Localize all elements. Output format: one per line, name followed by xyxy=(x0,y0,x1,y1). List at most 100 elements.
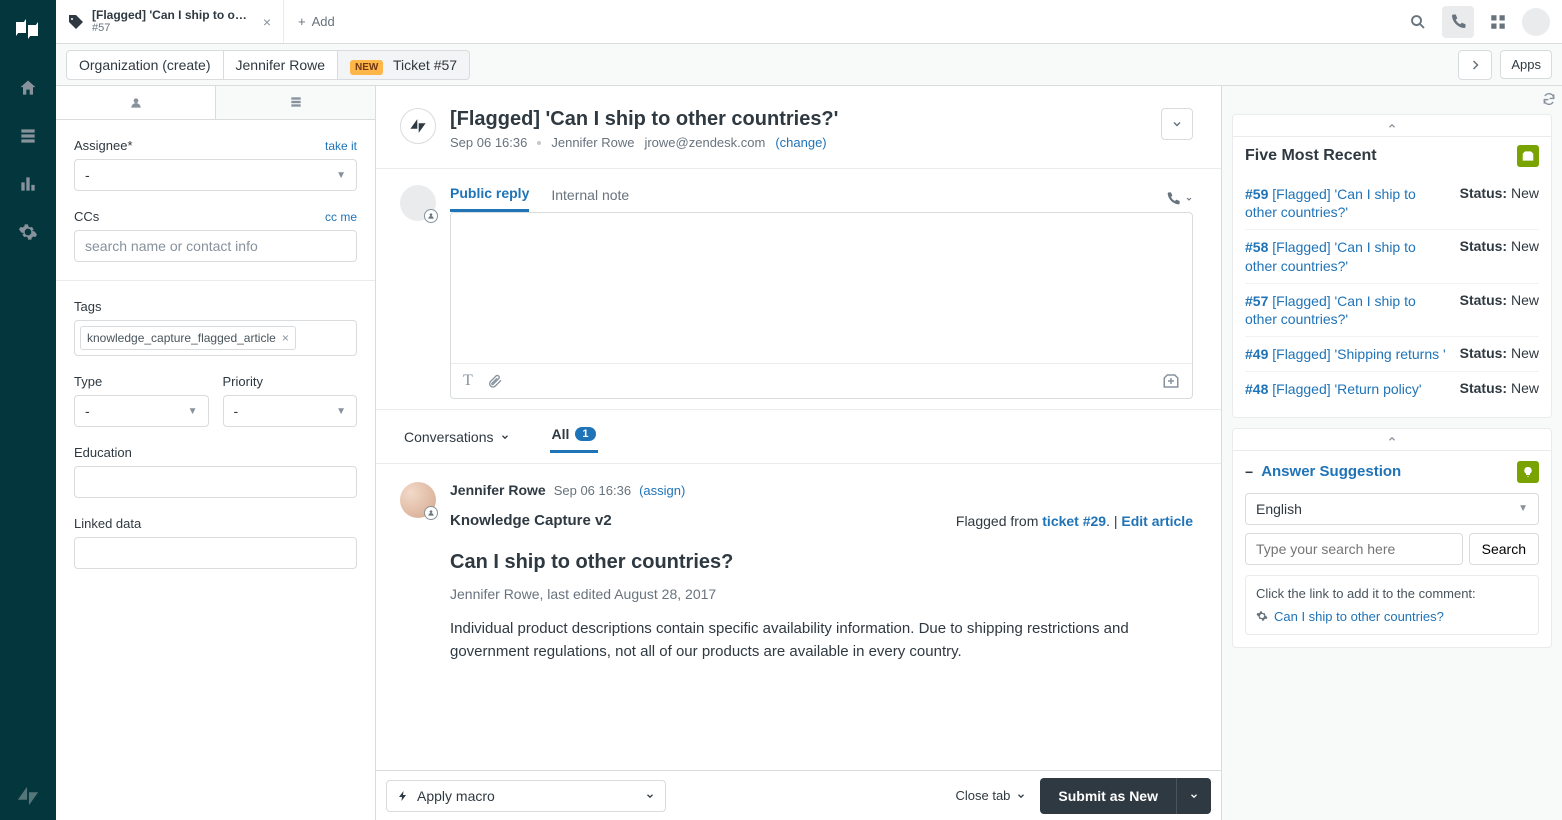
recent-item: #58 [Flagged] 'Can I ship to other count… xyxy=(1245,229,1539,282)
collapse-minus-icon[interactable]: − xyxy=(1245,464,1253,480)
ccs-input[interactable] xyxy=(74,230,357,262)
conversations-dropdown[interactable]: Conversations xyxy=(404,429,510,445)
apps-button[interactable]: Apps xyxy=(1500,50,1552,79)
search-icon[interactable] xyxy=(1402,6,1434,38)
nav-views-icon[interactable] xyxy=(8,116,48,156)
cc-me-link[interactable]: cc me xyxy=(325,210,357,224)
apply-macro-button[interactable]: Apply macro xyxy=(386,780,666,812)
type-select[interactable]: - ▼ xyxy=(74,395,209,427)
talk-icon[interactable] xyxy=(1442,6,1474,38)
apps-panel: Five Most Recent #59 [Flagged] 'Can I sh… xyxy=(1222,86,1562,820)
caret-down-icon: ▼ xyxy=(336,406,346,417)
close-tab-button[interactable]: Close tab xyxy=(955,788,1026,803)
linked-data-input[interactable] xyxy=(74,537,357,569)
suggestion-text: Can I ship to other countries? xyxy=(1274,609,1444,624)
profile-avatar[interactable] xyxy=(1522,8,1550,36)
caret-down-icon xyxy=(645,791,655,801)
tag-remove-icon[interactable]: × xyxy=(282,331,289,345)
nav-zendesk-icon xyxy=(16,784,40,808)
submit-button[interactable]: Submit as New xyxy=(1040,778,1176,814)
ticket-more-button[interactable] xyxy=(1161,108,1193,140)
edit-article-link[interactable]: Edit article xyxy=(1121,513,1193,529)
nav-admin-icon[interactable] xyxy=(8,212,48,252)
caret-down-icon: ▼ xyxy=(1518,503,1528,514)
attach-icon[interactable] xyxy=(487,373,503,389)
event-assign-link[interactable]: (assign) xyxy=(639,483,685,498)
article-title: Can I ship to other countries? xyxy=(450,551,1193,574)
crumb-user[interactable]: Jennifer Rowe xyxy=(224,50,339,80)
tag-text: knowledge_capture_flagged_article xyxy=(87,331,276,345)
ticket-sidebar: Assignee* take it - ▼ CCs cc me xyxy=(56,86,376,820)
flag-prefix: Flagged from xyxy=(956,513,1042,529)
app-badge-icon xyxy=(1517,145,1539,167)
crumb-ticket-label: Ticket #57 xyxy=(393,57,457,73)
tab-add-button[interactable]: + Add xyxy=(284,0,349,43)
conversation-pane: [Flagged] 'Can I ship to other countries… xyxy=(376,86,1222,820)
tab-title: [Flagged] 'Can I ship to o… xyxy=(92,9,247,22)
recent-link[interactable]: #48 [Flagged] 'Return policy' xyxy=(1245,380,1450,398)
priority-select[interactable]: - ▼ xyxy=(223,395,358,427)
recent-link[interactable]: #58 [Flagged] 'Can I ship to other count… xyxy=(1245,238,1450,274)
submit-dropdown[interactable] xyxy=(1176,778,1211,814)
ccs-label: CCs xyxy=(74,209,99,224)
filter-count: 1 xyxy=(575,427,595,441)
close-tab-label: Close tab xyxy=(955,788,1010,803)
filter-all-tab[interactable]: All 1 xyxy=(550,420,598,453)
internal-note-tab[interactable]: Internal note xyxy=(551,187,629,211)
flag-separator: . | xyxy=(1106,513,1121,529)
caret-down-icon: ▼ xyxy=(188,406,198,417)
answer-title[interactable]: Answer Suggestion xyxy=(1261,463,1401,480)
language-select[interactable]: English ▼ xyxy=(1245,493,1539,525)
bulb-icon xyxy=(1517,461,1539,483)
panel-collapse-button[interactable] xyxy=(1233,429,1551,451)
recent-item: #48 [Flagged] 'Return policy'Status: New xyxy=(1245,371,1539,406)
type-label: Type xyxy=(74,374,102,389)
education-label: Education xyxy=(74,445,132,460)
change-requester-link[interactable]: (change) xyxy=(775,135,826,150)
panel-collapse-button[interactable] xyxy=(1233,115,1551,137)
ticket-footer: Apply macro Close tab Submit as New xyxy=(376,770,1221,820)
tab-add-label: Add xyxy=(312,14,335,29)
refresh-icon[interactable] xyxy=(1542,92,1556,106)
recent-item: #49 [Flagged] 'Shipping returns 'Status:… xyxy=(1245,336,1539,371)
suggestion-link[interactable]: Can I ship to other countries? xyxy=(1256,609,1528,624)
language-value: English xyxy=(1256,501,1302,517)
call-button[interactable] xyxy=(1165,191,1193,207)
event-app-name: Knowledge Capture v2 xyxy=(450,512,612,529)
assignee-select[interactable]: - ▼ xyxy=(74,159,357,191)
flag-ticket-link[interactable]: ticket #29 xyxy=(1042,513,1106,529)
apps-grid-icon[interactable] xyxy=(1482,6,1514,38)
next-ticket-button[interactable] xyxy=(1458,50,1492,80)
answer-search-input[interactable] xyxy=(1245,533,1463,565)
ticket-tab[interactable]: [Flagged] 'Can I ship to o… #57 × xyxy=(56,0,284,43)
format-text-icon[interactable]: T xyxy=(463,372,473,390)
tab-close-icon[interactable]: × xyxy=(263,14,271,30)
crumb-ticket[interactable]: NEW Ticket #57 xyxy=(338,50,470,80)
priority-value: - xyxy=(234,403,239,419)
agent-avatar xyxy=(400,185,436,221)
recent-link[interactable]: #49 [Flagged] 'Shipping returns ' xyxy=(1245,345,1450,363)
sidebar-tab-ticket[interactable] xyxy=(216,86,375,119)
event-flag-info: Flagged from ticket #29. | Edit article xyxy=(956,513,1193,529)
ticket-date: Sep 06 16:36 xyxy=(450,135,527,150)
take-it-link[interactable]: take it xyxy=(325,139,357,153)
agent-badge-icon xyxy=(424,209,438,223)
recent-link[interactable]: #59 [Flagged] 'Can I ship to other count… xyxy=(1245,185,1450,221)
nav-home-icon[interactable] xyxy=(8,68,48,108)
crumb-org[interactable]: Organization (create) xyxy=(66,50,224,80)
reply-textarea[interactable] xyxy=(451,213,1192,363)
gear-icon xyxy=(1256,610,1268,622)
brand-logo xyxy=(14,16,42,44)
education-input[interactable] xyxy=(74,466,357,498)
answer-search-button[interactable]: Search xyxy=(1469,533,1539,565)
recent-link[interactable]: #57 [Flagged] 'Can I ship to other count… xyxy=(1245,292,1450,328)
nav-reports-icon[interactable] xyxy=(8,164,48,204)
sidebar-tab-requester[interactable] xyxy=(56,86,216,119)
public-reply-tab[interactable]: Public reply xyxy=(450,185,529,212)
recent-tickets-panel: Five Most Recent #59 [Flagged] 'Can I sh… xyxy=(1232,114,1552,418)
tag-chip[interactable]: knowledge_capture_flagged_article × xyxy=(80,326,296,350)
assignee-value: - xyxy=(85,167,90,183)
knowledge-capture-icon[interactable] xyxy=(1162,372,1180,390)
ticket-title: [Flagged] 'Can I ship to other countries… xyxy=(450,108,1147,131)
recent-item: #57 [Flagged] 'Can I ship to other count… xyxy=(1245,283,1539,336)
